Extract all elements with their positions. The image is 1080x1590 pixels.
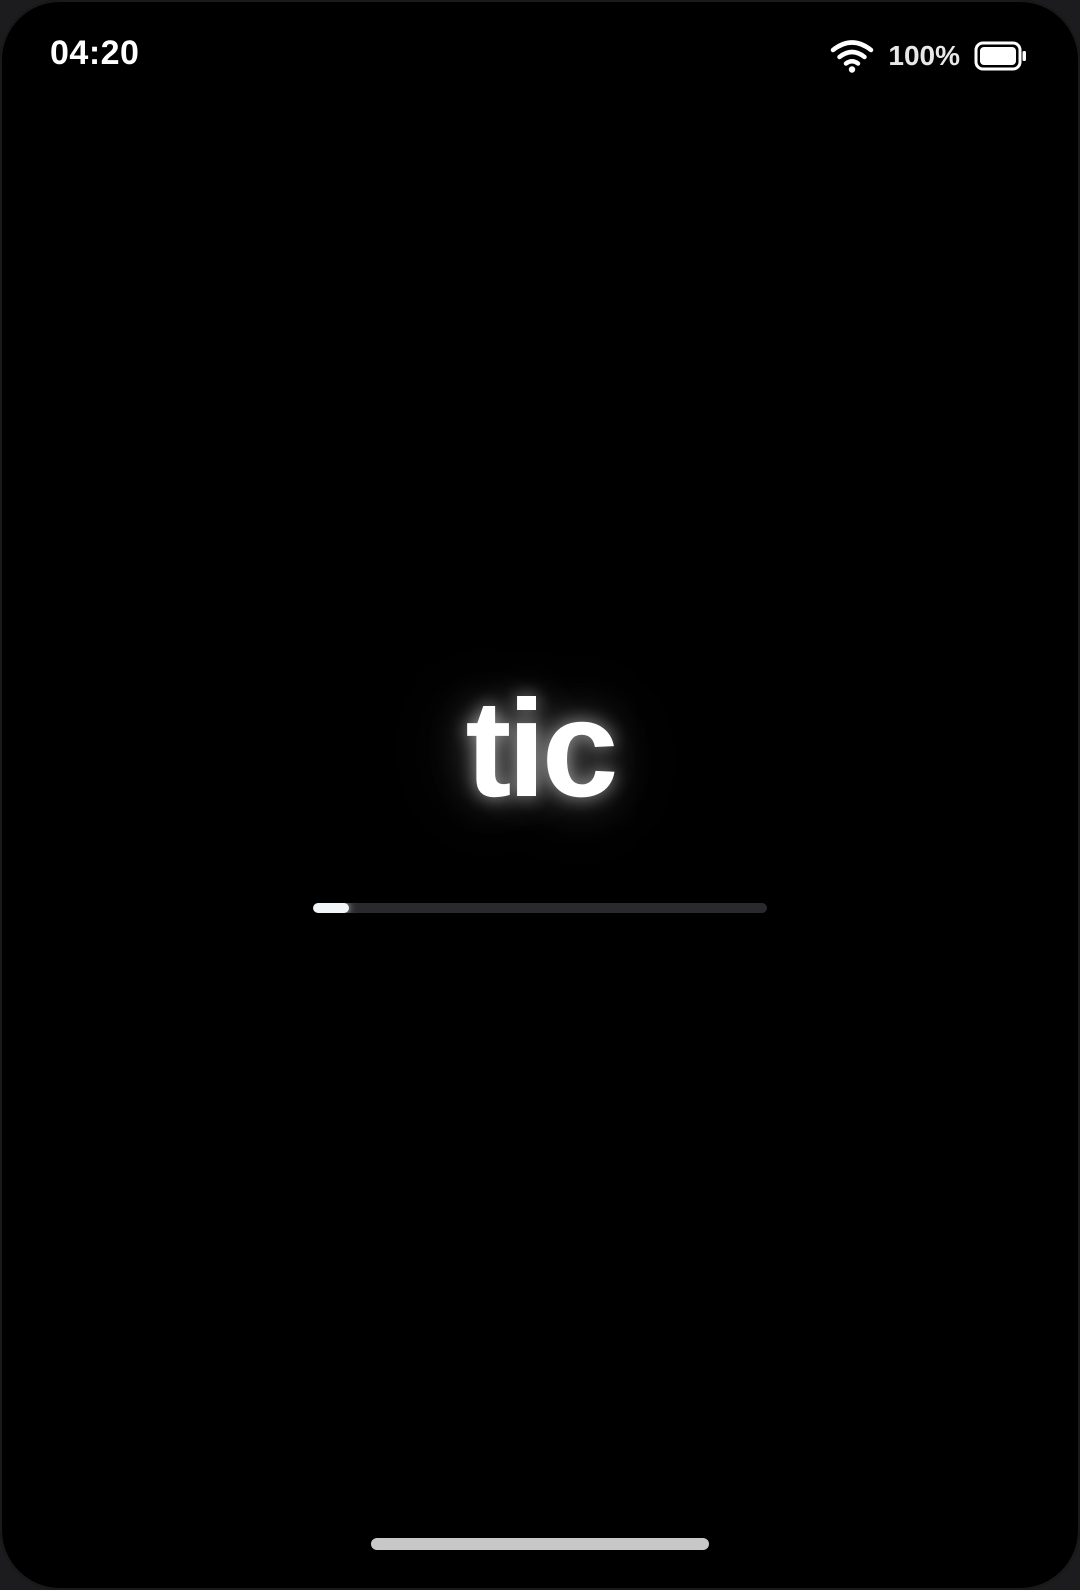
device-screen: 04:20 100% tic xyxy=(0,0,1080,1590)
loading-progress-bar xyxy=(313,903,767,913)
app-logo: tic xyxy=(465,672,618,826)
status-time: 04:20 xyxy=(50,34,140,72)
loading-progress-fill xyxy=(313,903,350,913)
status-bar: 04:20 100% xyxy=(0,0,1080,110)
battery-percentage: 100% xyxy=(888,40,960,71)
home-indicator[interactable] xyxy=(371,1538,709,1550)
battery-full-icon xyxy=(974,41,1028,71)
wifi-icon xyxy=(830,39,874,73)
status-indicators: 100% xyxy=(830,36,1028,76)
